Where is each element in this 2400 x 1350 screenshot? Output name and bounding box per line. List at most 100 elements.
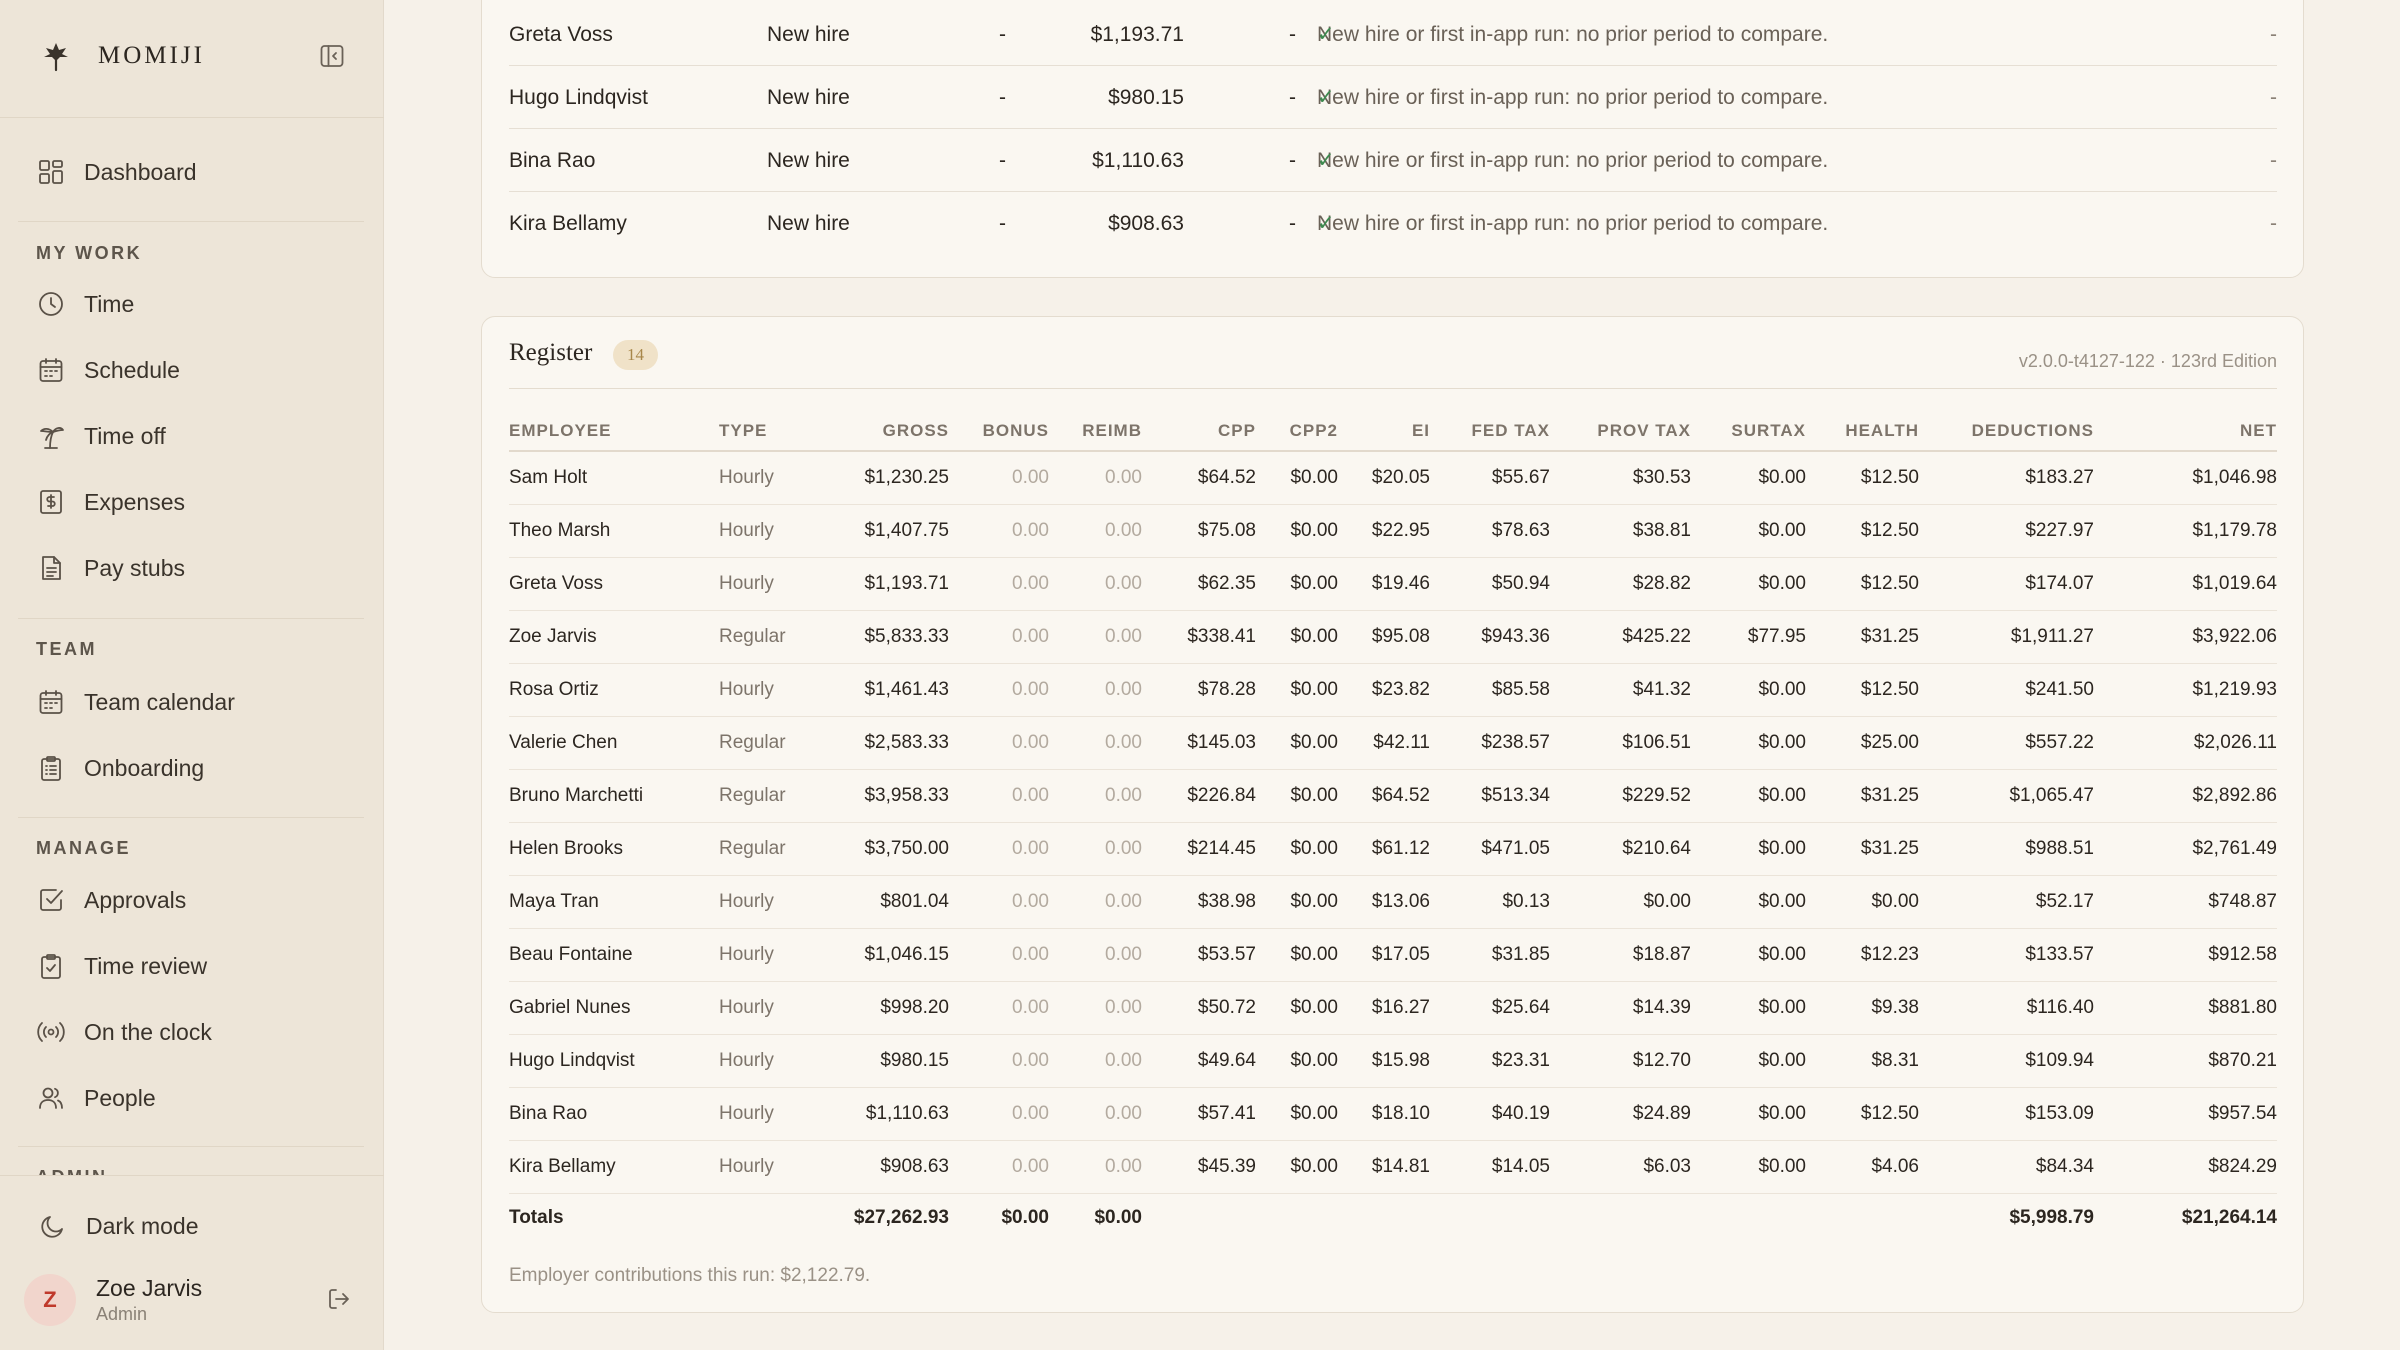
table-row[interactable]: Helen Brooks Regular $3,750.00 0.00 0.00 $214… — [509, 822, 2277, 876]
cell-bonus: 0.00 — [949, 928, 1049, 982]
comparison-note-text: New hire or first in-app run: no prior p… — [1317, 23, 1829, 46]
nav-dashboard[interactable]: Dashboard — [36, 152, 356, 192]
column-header-gross[interactable]: GROSS — [819, 411, 949, 452]
column-header-reimb[interactable]: REIMB — [1049, 411, 1142, 452]
cell-fed-tax: $78.63 — [1430, 504, 1550, 558]
nav-team-calendar[interactable]: Team calendar — [36, 682, 356, 722]
table-row[interactable]: Rosa Ortiz Hourly $1,461.43 0.00 0.00 $78.28 $… — [509, 663, 2277, 717]
nav-label: People — [84, 1084, 156, 1111]
nav-expenses[interactable]: Expenses — [36, 482, 356, 522]
table-row[interactable]: Valerie Chen Regular $2,583.33 0.00 0.00 $145… — [509, 716, 2277, 770]
cell-fed-tax: $85.58 — [1430, 663, 1550, 717]
totals-row: Totals $27,262.93 $0.00 $0.00 $5,998.79 $21,2… — [509, 1193, 2277, 1243]
column-header-fed-tax[interactable]: FED TAX — [1430, 411, 1550, 452]
change-percent: - — [2270, 149, 2277, 172]
section-label-my-work: MY WORK — [36, 243, 143, 263]
table-row[interactable]: Bruno Marchetti Regular $3,958.33 0.00 0.00 $… — [509, 769, 2277, 823]
cell-reimb: 0.00 — [1049, 822, 1142, 876]
table-row[interactable]: Gabriel Nunes Hourly $998.20 0.00 0.00 $50.72… — [509, 981, 2277, 1035]
column-header-bonus[interactable]: BONUS — [949, 411, 1049, 452]
employer-contributions-note: Employer contributions this run: $2,122.… — [509, 1265, 871, 1286]
section-label-manage: MANAGE — [36, 838, 131, 858]
cell-deductions: $109.94 — [1919, 1034, 2094, 1088]
cell-cpp: $226.84 — [1142, 769, 1256, 823]
comparison-row: Kira Bellamy New hire - $908.63- - ✓ New hire … — [509, 192, 2277, 255]
cell-bonus: 0.00 — [949, 716, 1049, 770]
avatar: Z — [24, 1274, 76, 1326]
nav-people[interactable]: People — [36, 1078, 356, 1118]
column-header-cpp2[interactable]: CPP2 — [1256, 411, 1338, 452]
column-header-ei[interactable]: EI — [1338, 411, 1430, 452]
cell-cpp2: $0.00 — [1256, 504, 1338, 558]
nav-time-review[interactable]: Time review — [36, 946, 356, 986]
prior-amount: - — [999, 86, 1006, 109]
total-label: Totals — [509, 1207, 564, 1229]
table-row[interactable]: Zoe Jarvis Regular $5,833.33 0.00 0.00 $338.4… — [509, 610, 2277, 664]
cell-bonus: 0.00 — [949, 1034, 1049, 1088]
table-row[interactable]: Maya Tran Hourly $801.04 0.00 0.00 $38.98 $0.0… — [509, 875, 2277, 929]
dark-mode-toggle[interactable]: Dark mode — [38, 1206, 358, 1246]
total-bonus: $0.00 — [1001, 1207, 1049, 1229]
dashboard-icon — [36, 157, 66, 187]
users-icon — [36, 1083, 66, 1113]
cell-prov-tax: $24.89 — [1550, 1087, 1691, 1141]
column-header-employee[interactable]: EMPLOYEE — [509, 411, 719, 452]
table-row[interactable]: Hugo Lindqvist Hourly $980.15 0.00 0.00 $49.6… — [509, 1034, 2277, 1088]
table-row[interactable]: Kira Bellamy Hourly $908.63 0.00 0.00 $45.39 $… — [509, 1140, 2277, 1194]
cell-ei: $18.10 — [1338, 1087, 1430, 1141]
column-header-prov-tax[interactable]: PROV TAX — [1550, 411, 1691, 452]
total-gross: $27,262.93 — [853, 1207, 949, 1229]
cell-gross: $1,110.63 — [819, 1087, 949, 1141]
nav-approvals[interactable]: Approvals — [36, 880, 356, 920]
employee-status: New hire — [767, 212, 850, 235]
cell-prov-tax: $38.81 — [1550, 504, 1691, 558]
nav-on-the-clock[interactable]: On the clock — [36, 1012, 356, 1052]
nav-pay-stubs[interactable]: Pay stubs — [36, 548, 356, 588]
cell-surtax: $0.00 — [1691, 716, 1806, 770]
cell-reimb: 0.00 — [1049, 875, 1142, 929]
cell-fed-tax: $513.34 — [1430, 769, 1550, 823]
column-header-deductions[interactable]: DEDUCTIONS — [1919, 411, 2094, 452]
cell-prov-tax: $210.64 — [1550, 822, 1691, 876]
cell-fed-tax: $471.05 — [1430, 822, 1550, 876]
cell-employee: Gabriel Nunes — [509, 981, 719, 1035]
cell-net: $1,179.78 — [2094, 504, 2277, 558]
table-row[interactable]: Theo Marsh Hourly $1,407.75 0.00 0.00 $75.08 $… — [509, 504, 2277, 558]
cell-cpp: $53.57 — [1142, 928, 1256, 982]
column-header-type[interactable]: TYPE — [719, 411, 819, 452]
comparison-card: Greta Voss New hire - $1,193.71- - ✓ New hire … — [481, 0, 2304, 278]
cell-fed-tax: $14.05 — [1430, 1140, 1550, 1194]
total-empty-cell — [1550, 1193, 1691, 1243]
user-profile[interactable]: Z Zoe Jarvis Admin — [24, 1270, 364, 1330]
logout-icon[interactable] — [324, 1284, 354, 1314]
nav-time-off[interactable]: Time off — [36, 416, 356, 456]
cell-surtax: $0.00 — [1691, 504, 1806, 558]
table-row[interactable]: Sam Holt Hourly $1,230.25 0.00 0.00 $64.52 $0.… — [509, 451, 2277, 505]
nav-onboarding[interactable]: Onboarding — [36, 748, 356, 788]
cell-employee: Maya Tran — [509, 875, 719, 929]
register-header-row: EMPLOYEE TYPE GROSS BONUS REIMB CPP CPP2 EI FED … — [509, 411, 2277, 452]
cell-fed-tax: $25.64 — [1430, 981, 1550, 1035]
column-header-surtax[interactable]: SURTAX — [1691, 411, 1806, 452]
employee-name: Hugo Lindqvist — [509, 86, 648, 109]
cell-deductions: $557.22 — [1919, 716, 2094, 770]
collapse-sidebar-icon[interactable] — [316, 40, 348, 72]
cell-deductions: $52.17 — [1919, 875, 2094, 929]
column-header-net[interactable]: NET — [2094, 411, 2277, 452]
nav-time[interactable]: Time — [36, 284, 356, 324]
cell-net: $2,761.49 — [2094, 822, 2277, 876]
cell-gross: $3,750.00 — [819, 822, 949, 876]
current-amount: $1,110.63 — [1092, 149, 1184, 172]
nav-label: Time off — [84, 422, 166, 449]
cell-gross: $998.20 — [819, 981, 949, 1035]
cell-reimb: 0.00 — [1049, 504, 1142, 558]
table-row[interactable]: Bina Rao Hourly $1,110.63 0.00 0.00 $57.41 $0.… — [509, 1087, 2277, 1141]
table-row[interactable]: Beau Fontaine Hourly $1,046.15 0.00 0.00 $53.… — [509, 928, 2277, 982]
cell-type: Regular — [719, 822, 819, 876]
table-row[interactable]: Greta Voss Hourly $1,193.71 0.00 0.00 $62.35 $… — [509, 557, 2277, 611]
employee-name: Greta Voss — [509, 23, 613, 46]
nav-schedule[interactable]: Schedule — [36, 350, 356, 390]
column-header-cpp[interactable]: CPP — [1142, 411, 1256, 452]
cell-bonus: 0.00 — [949, 610, 1049, 664]
column-header-health[interactable]: HEALTH — [1806, 411, 1919, 452]
